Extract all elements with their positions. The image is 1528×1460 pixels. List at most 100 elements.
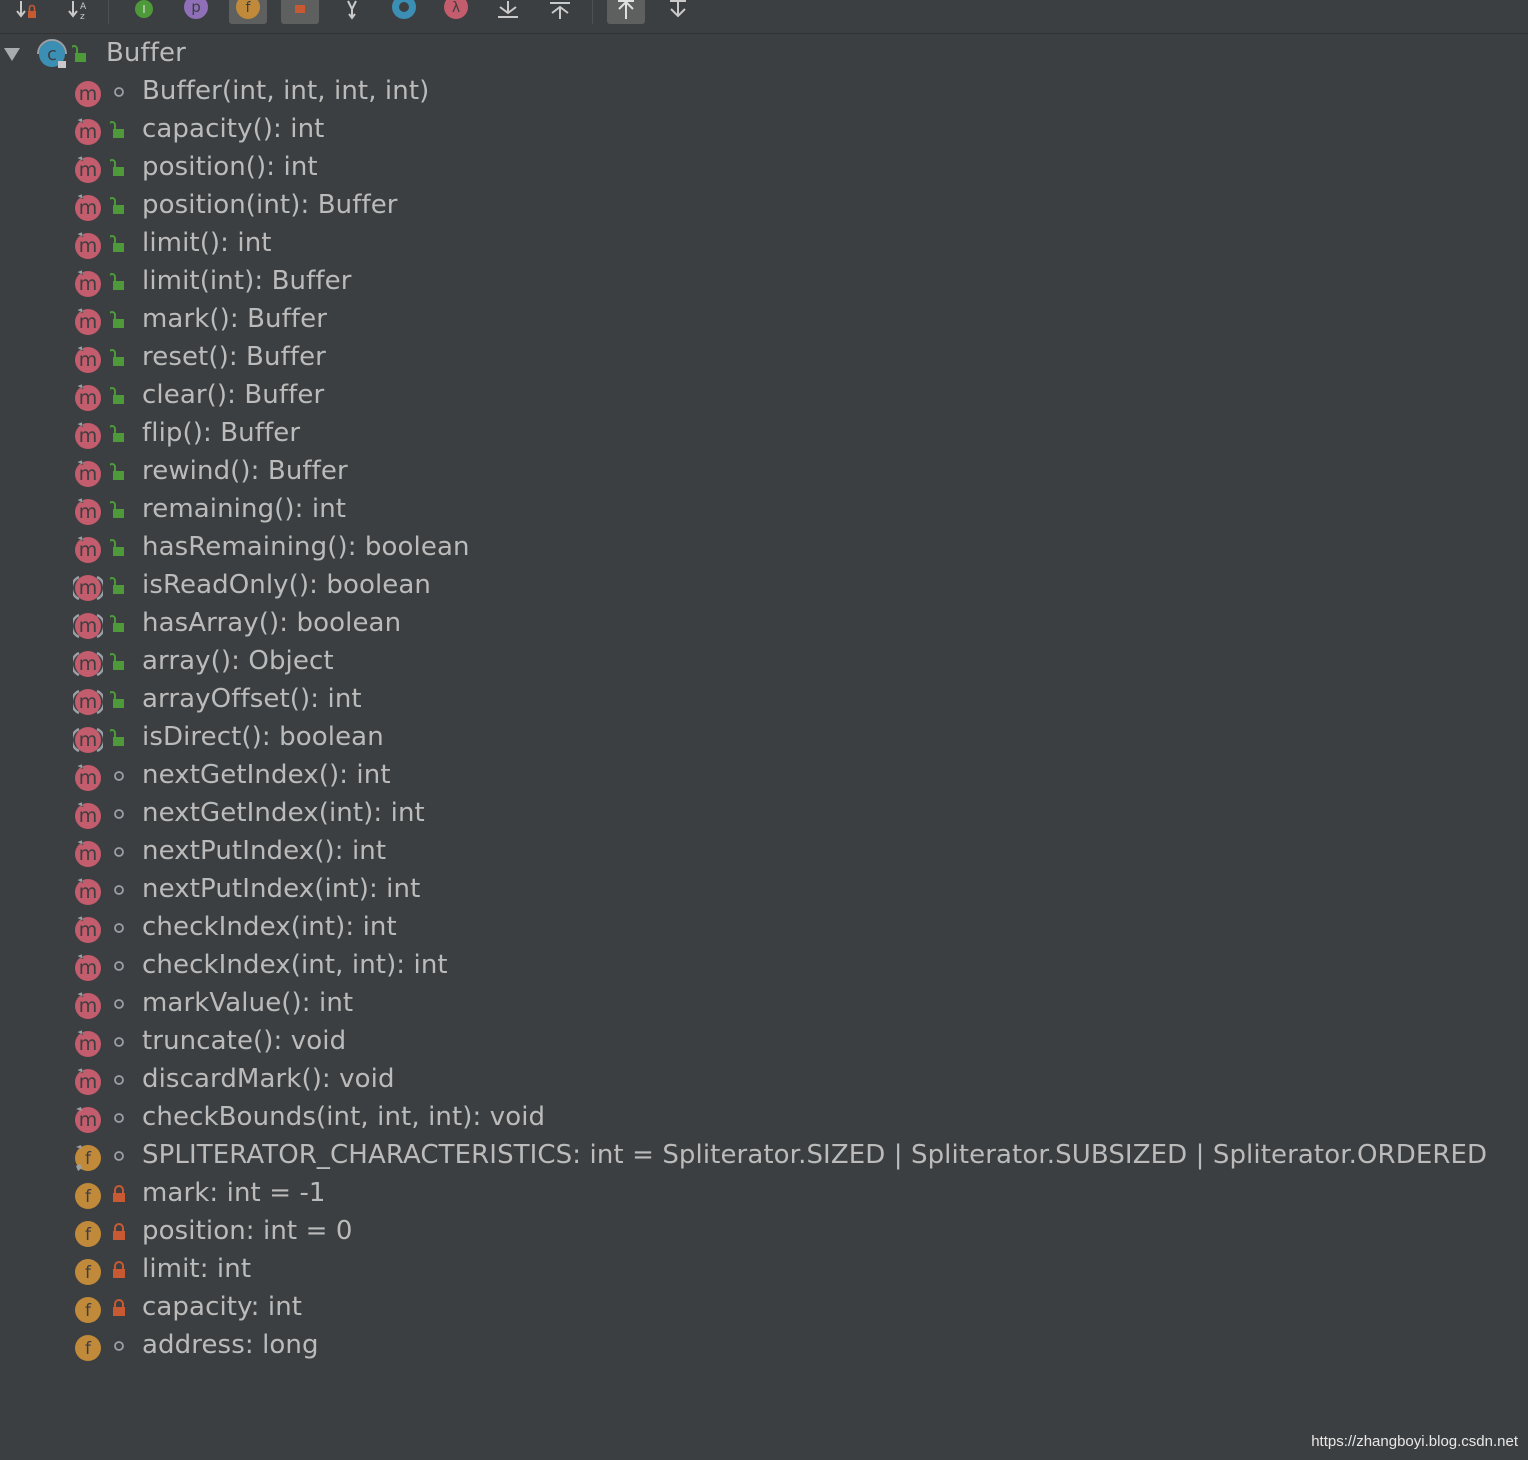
show-properties-button[interactable]: p — [177, 0, 215, 24]
tree-node-label: capacity(): int — [142, 114, 325, 144]
sort-by-visibility-button[interactable] — [8, 0, 46, 24]
svg-text:f: f — [85, 1225, 92, 1245]
tree-method-row[interactable]: m discardMark(): void — [0, 1060, 1528, 1098]
svg-text:m: m — [79, 881, 98, 903]
tree-method-row[interactable]: m Buffer(int, int, int, int) — [0, 72, 1528, 110]
tree-field-row[interactable]: f address: long — [0, 1326, 1528, 1364]
svg-text:I: I — [142, 3, 145, 16]
tree-method-row[interactable]: m capacity(): int — [0, 110, 1528, 148]
tree-method-row[interactable]: m flip(): Buffer — [0, 414, 1528, 452]
tree-method-row[interactable]: m isDirect(): boolean — [0, 718, 1528, 756]
tree-method-row[interactable]: m nextGetIndex(): int — [0, 756, 1528, 794]
tree-node-label: markValue(): int — [142, 988, 354, 1018]
svg-text:m: m — [79, 843, 98, 865]
sort-alphabetically-button[interactable]: Az — [60, 0, 98, 24]
expand-triangle-icon[interactable] — [3, 46, 21, 62]
tree-method-row[interactable]: m position(): int — [0, 148, 1528, 186]
tree-node-label: isReadOnly(): boolean — [142, 570, 432, 600]
tree-method-row[interactable]: m rewind(): Buffer — [0, 452, 1528, 490]
show-lambdas-button[interactable]: λ — [437, 0, 475, 24]
tree-field-row[interactable]: f SPLITERATOR_CHARACTERISTICS: int = Spl… — [0, 1136, 1528, 1174]
lock-icon — [295, 5, 305, 13]
tree-method-row[interactable]: m truncate(): void — [0, 1022, 1528, 1060]
public-unlock-icon — [110, 311, 124, 328]
sort-visibility-icon — [16, 1, 36, 18]
public-unlock-icon — [110, 463, 124, 480]
expand-all-button[interactable] — [489, 0, 527, 24]
field-icon: f — [236, 0, 260, 19]
tree-method-row[interactable]: m hasRemaining(): boolean — [0, 528, 1528, 566]
svg-text:λ: λ — [452, 0, 460, 16]
method-icon: m — [73, 689, 103, 715]
show-non-public-button[interactable] — [281, 0, 319, 24]
tree-method-row[interactable]: m checkIndex(int, int): int — [0, 946, 1528, 984]
anonymous-class-icon — [392, 0, 416, 19]
tree-method-row[interactable]: m nextPutIndex(): int — [0, 832, 1528, 870]
show-interfaces-button[interactable]: I — [125, 0, 163, 24]
tree-method-row[interactable]: m limit(int): Buffer — [0, 262, 1528, 300]
tree-method-row[interactable]: m clear(): Buffer — [0, 376, 1528, 414]
tree-method-row[interactable]: m markValue(): int — [0, 984, 1528, 1022]
tree-root-row[interactable]: c Buffer — [0, 34, 1528, 72]
tree-method-row[interactable]: m checkIndex(int): int — [0, 908, 1528, 946]
public-unlock-icon — [110, 501, 124, 518]
tree-method-row[interactable]: m reset(): Buffer — [0, 338, 1528, 376]
tree-method-row[interactable]: m nextPutIndex(int): int — [0, 870, 1528, 908]
package-private-icon — [114, 885, 124, 895]
show-inherited-button[interactable] — [333, 0, 371, 24]
method-icon: m — [73, 613, 103, 639]
private-lock-icon — [113, 1299, 125, 1316]
field-icon: f — [75, 1183, 101, 1209]
method-icon: m — [75, 155, 101, 183]
class-icon: c — [37, 39, 67, 68]
private-lock-icon — [113, 1223, 125, 1240]
method-icon: m — [75, 345, 101, 373]
tree-method-row[interactable]: m arrayOffset(): int — [0, 680, 1528, 718]
svg-text:p: p — [191, 0, 201, 16]
package-private-icon — [114, 1075, 124, 1085]
svg-text:m: m — [79, 235, 98, 257]
tree-method-row[interactable]: m mark(): Buffer — [0, 300, 1528, 338]
tree-method-row[interactable]: m array(): Object — [0, 642, 1528, 680]
public-unlock-icon — [110, 539, 124, 556]
tree-method-row[interactable]: m nextGetIndex(int): int — [0, 794, 1528, 832]
method-icon: m — [75, 915, 101, 943]
svg-text:m: m — [79, 349, 98, 371]
tree-node-label: limit: int — [142, 1254, 252, 1284]
tree-method-row[interactable]: m isReadOnly(): boolean — [0, 566, 1528, 604]
method-icon: m — [75, 953, 101, 981]
show-fields-button[interactable]: f — [229, 0, 267, 24]
package-private-icon — [114, 809, 124, 819]
package-private-icon — [114, 999, 124, 1009]
package-private-icon — [114, 961, 124, 971]
public-unlock-icon — [110, 425, 124, 442]
autoscroll-from-source-button[interactable] — [659, 0, 697, 24]
tree-method-row[interactable]: m limit(): int — [0, 224, 1528, 262]
method-icon: m — [75, 801, 101, 829]
tree-field-row[interactable]: f limit: int — [0, 1250, 1528, 1288]
svg-text:m: m — [79, 691, 98, 713]
svg-text:m: m — [79, 957, 98, 979]
show-anonymous-button[interactable] — [385, 0, 423, 24]
interface-icon: I — [135, 0, 153, 18]
tree-method-row[interactable]: m position(int): Buffer — [0, 186, 1528, 224]
method-icon: m — [75, 763, 101, 791]
svg-text:m: m — [79, 387, 98, 409]
tree-field-row[interactable]: f position: int = 0 — [0, 1212, 1528, 1250]
method-icon: m — [75, 81, 101, 107]
collapse-all-button[interactable] — [541, 0, 579, 24]
tree-field-row[interactable]: f capacity: int — [0, 1288, 1528, 1326]
tree-node-label: Buffer — [106, 38, 186, 68]
tree-field-row[interactable]: f mark: int = -1 — [0, 1174, 1528, 1212]
svg-text:f: f — [85, 1301, 92, 1321]
svg-text:m: m — [79, 805, 98, 827]
tree-method-row[interactable]: m checkBounds(int, int, int): void — [0, 1098, 1528, 1136]
svg-text:m: m — [79, 729, 98, 751]
svg-text:m: m — [79, 919, 98, 941]
autoscroll-to-source-button[interactable] — [607, 0, 645, 24]
svg-text:m: m — [79, 83, 98, 105]
tree-method-row[interactable]: m hasArray(): boolean — [0, 604, 1528, 642]
sort-alpha-icon: Az — [68, 1, 87, 21]
tree-method-row[interactable]: m remaining(): int — [0, 490, 1528, 528]
svg-text:f: f — [85, 1339, 92, 1359]
